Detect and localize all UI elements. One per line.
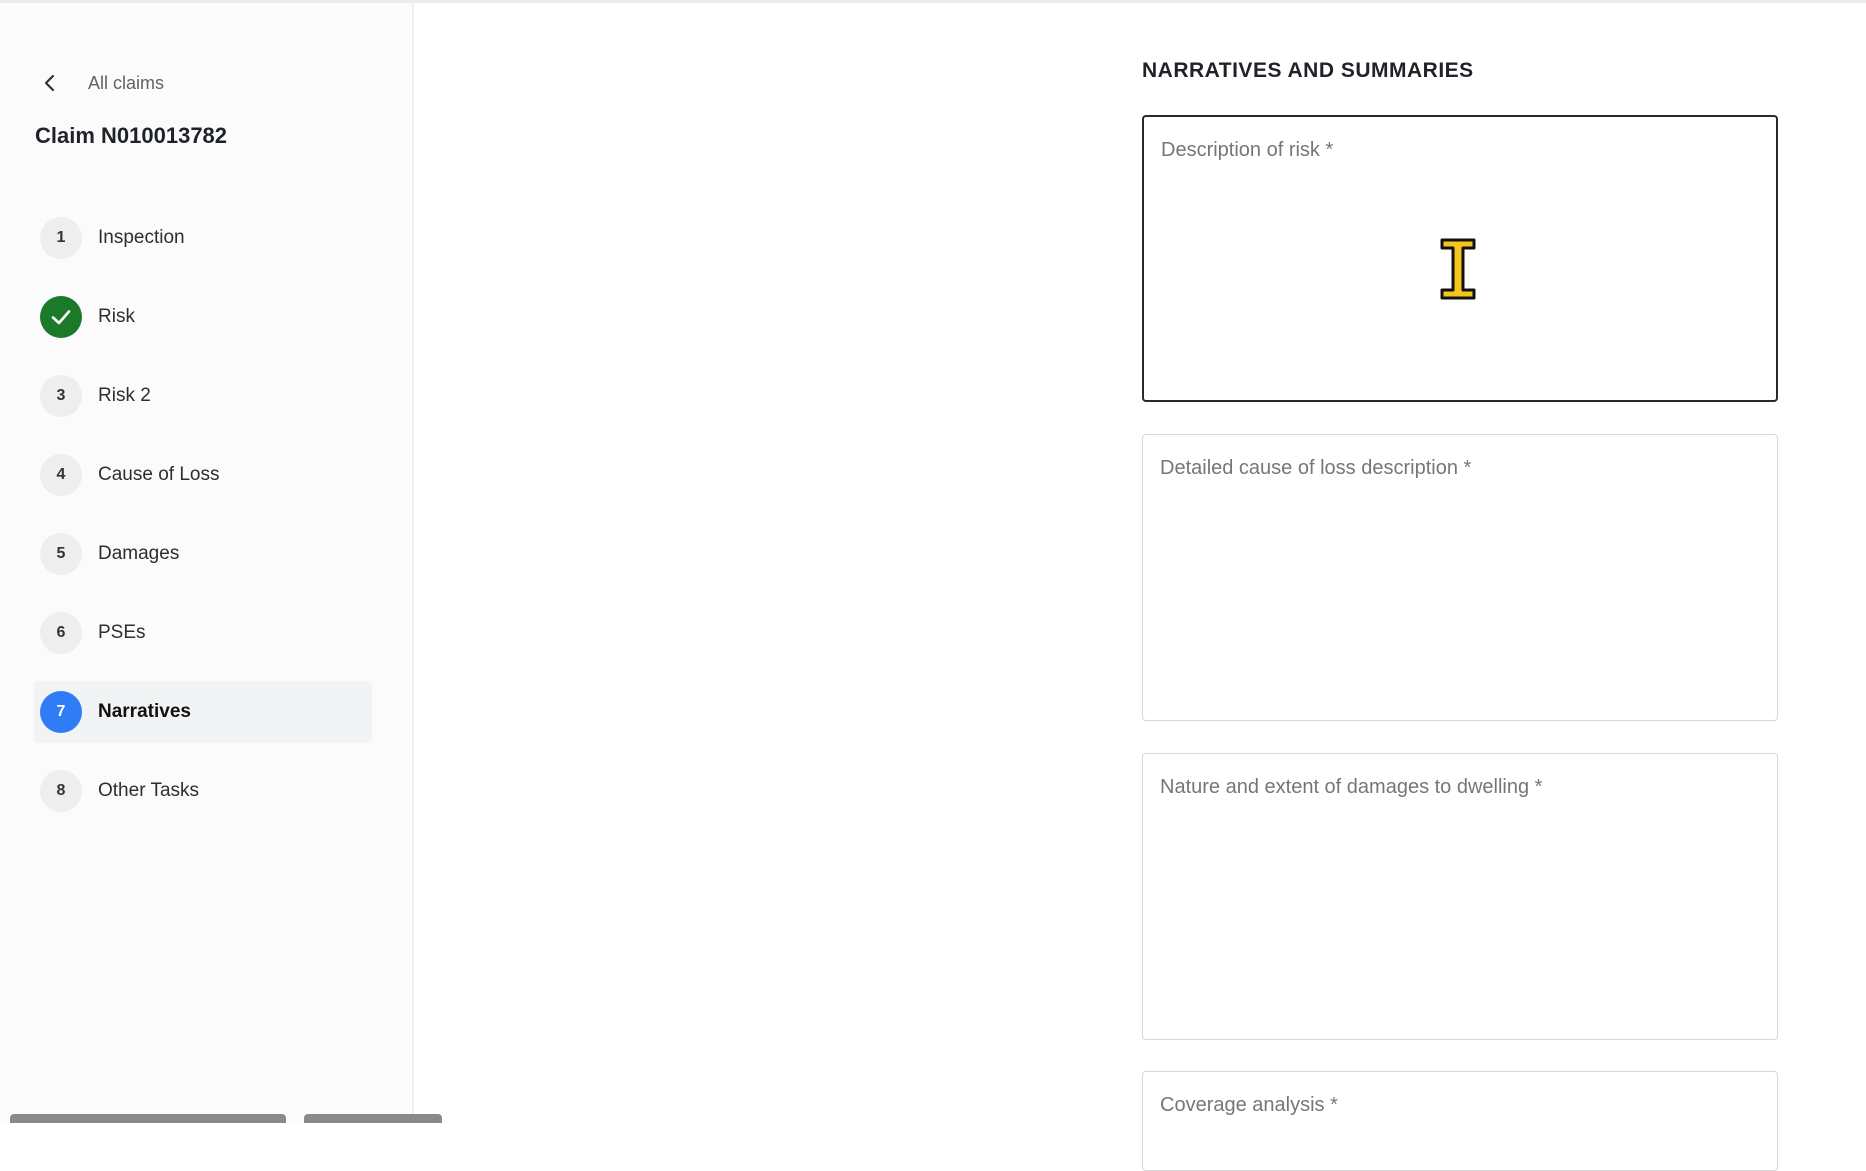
step-cause-of-loss[interactable]: 4 Cause of Loss: [34, 444, 372, 506]
step-pses[interactable]: 6 PSEs: [34, 602, 372, 664]
step-narratives[interactable]: 7 Narratives: [34, 681, 372, 743]
chevron-left-icon: [44, 74, 55, 92]
back-to-all-claims-link[interactable]: All claims: [40, 65, 164, 101]
claim-title: Claim N010013782: [35, 123, 228, 148]
step-number-badge: 7: [40, 691, 82, 733]
main-content: NARRATIVES AND SUMMARIES: [416, 3, 1866, 1171]
cause-of-loss-description-input[interactable]: [1143, 435, 1777, 720]
sidebar: All claims Claim N010013782 1 Inspection…: [0, 3, 414, 1123]
cause-of-loss-description-field[interactable]: [1142, 434, 1778, 721]
checkmark-icon: [51, 310, 71, 325]
coverage-analysis-input[interactable]: [1143, 1072, 1777, 1170]
step-damages[interactable]: 5 Damages: [34, 523, 372, 585]
step-label: Other Tasks: [98, 780, 200, 801]
scroll-tab[interactable]: [10, 1114, 286, 1123]
coverage-analysis-field[interactable]: [1142, 1071, 1778, 1171]
step-risk[interactable]: Risk: [34, 286, 372, 348]
step-label: Narratives: [98, 701, 191, 722]
step-number-badge: 8: [40, 770, 82, 812]
text-cursor-icon: [1440, 238, 1476, 300]
step-label: Damages: [98, 543, 180, 564]
damages-to-dwelling-input[interactable]: [1143, 754, 1777, 1039]
step-list: 1 Inspection Risk 3 Risk 2 4 Cause of Lo…: [34, 207, 372, 839]
step-complete-badge: [40, 296, 82, 338]
damages-to-dwelling-field[interactable]: [1142, 753, 1778, 1040]
step-number-badge: 5: [40, 533, 82, 575]
back-link-label: All claims: [88, 72, 165, 93]
step-number-badge: 4: [40, 454, 82, 496]
step-number-badge: 3: [40, 375, 82, 417]
step-label: PSEs: [98, 622, 146, 643]
step-label: Risk: [98, 306, 135, 327]
step-label: Cause of Loss: [98, 464, 220, 485]
step-other-tasks[interactable]: 8 Other Tasks: [34, 760, 372, 822]
section-title: NARRATIVES AND SUMMARIES: [1142, 59, 1474, 82]
step-number-badge: 1: [40, 217, 82, 259]
step-risk-2[interactable]: 3 Risk 2: [34, 365, 372, 427]
step-number-badge: 6: [40, 612, 82, 654]
step-label: Inspection: [98, 227, 185, 248]
scroll-tab[interactable]: [304, 1114, 442, 1123]
step-inspection[interactable]: 1 Inspection: [34, 207, 372, 269]
step-label: Risk 2: [98, 385, 151, 406]
